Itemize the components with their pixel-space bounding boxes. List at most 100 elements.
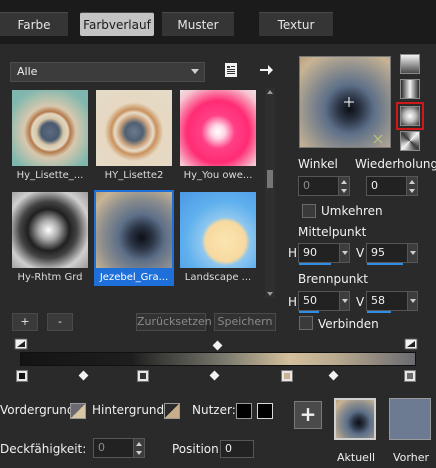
- previous-gradient-swatch[interactable]: [389, 398, 431, 440]
- opacity-stepper[interactable]: [133, 438, 145, 458]
- gradient-swatch: [12, 90, 88, 166]
- user-color-black-swatch[interactable]: [236, 403, 252, 419]
- current-label: Aktuell: [337, 451, 376, 464]
- gradient-label: Hy_Lisette_...: [16, 170, 84, 181]
- center-v-input[interactable]: 95: [366, 243, 418, 265]
- arrow-down-icon: [409, 188, 415, 193]
- gradient-swatch: [96, 90, 172, 166]
- gradient-item[interactable]: HY_Lisette2: [94, 88, 174, 184]
- repeat-spinbox[interactable]: 0: [366, 176, 418, 196]
- arrow-right-icon[interactable]: [256, 60, 276, 80]
- remove-gradient-button[interactable]: -: [47, 313, 73, 331]
- center-h-dropdown[interactable]: [339, 243, 350, 263]
- gradient-item[interactable]: Hy_Lisette_...: [10, 88, 90, 184]
- color-stop[interactable]: [137, 370, 149, 382]
- focal-h-dropdown[interactable]: [339, 291, 350, 311]
- previous-label: Vorher: [393, 451, 429, 464]
- background-label: Hintergrund:: [92, 403, 169, 417]
- color-stop[interactable]: [404, 370, 416, 382]
- reset-button[interactable]: Zurücksetzen: [136, 313, 212, 331]
- focal-v-input[interactable]: 58: [366, 291, 418, 313]
- category-select-value: Alle: [17, 65, 38, 78]
- center-v-label: V: [356, 246, 365, 260]
- gradient-label: Landscape ...: [184, 272, 252, 283]
- opacity-stop-left[interactable]: [14, 338, 28, 350]
- repeat-label: Wiederholung: [355, 157, 436, 171]
- link-checkbox[interactable]: [299, 316, 313, 330]
- opacity-label: Deckfähigkeit:: [0, 442, 87, 456]
- center-h-value: 90: [303, 246, 317, 259]
- gradient-swatch: [180, 90, 256, 166]
- gradient-swatch: [12, 192, 88, 268]
- center-v-dropdown[interactable]: [407, 243, 418, 263]
- color-stop-selected[interactable]: [281, 370, 293, 382]
- radial-gradient-button[interactable]: [400, 106, 420, 126]
- center-h-slider[interactable]: [299, 263, 331, 265]
- gradient-swatch: [180, 192, 256, 268]
- focal-v-value: 58: [371, 294, 385, 307]
- angle-stepper[interactable]: [338, 176, 350, 196]
- arrow-up-icon: [136, 441, 142, 446]
- color-stop[interactable]: [16, 370, 28, 382]
- tab-farbverlauf[interactable]: Farbverlauf: [80, 12, 154, 36]
- gradient-item-selected[interactable]: Jezebel_Gra...: [94, 190, 174, 286]
- gradient-item[interactable]: Landscape ...: [178, 190, 258, 286]
- gradient-label: HY_Lisette2: [104, 170, 164, 181]
- center-crosshair-icon: [344, 97, 383, 144]
- angle-spinbox[interactable]: 0: [298, 176, 350, 196]
- arrow-up-icon: [409, 179, 415, 184]
- focal-v-slider[interactable]: [367, 311, 391, 313]
- save-button[interactable]: Speichern: [214, 313, 276, 331]
- arrow-down-icon: [136, 450, 142, 455]
- scrollbar-thumb[interactable]: [267, 170, 273, 188]
- position-input[interactable]: 0: [220, 440, 254, 458]
- gradient-item[interactable]: Hy-Rhtm Grd: [10, 190, 90, 286]
- gradient-bar[interactable]: [20, 352, 416, 366]
- gradient-grid: Hy_Lisette_... HY_Lisette2 Hy_You owe...…: [10, 88, 262, 298]
- opacity-stop-right[interactable]: [404, 338, 418, 350]
- center-v-slider[interactable]: [367, 263, 403, 265]
- center-v-value: 95: [371, 246, 385, 259]
- user-color-swatch[interactable]: [257, 403, 273, 419]
- angular-gradient-button[interactable]: [400, 131, 420, 151]
- background-swatch[interactable]: [164, 403, 180, 419]
- gradient-swatch: [96, 192, 172, 268]
- invert-checkbox[interactable]: [302, 204, 316, 218]
- scroll-up-icon[interactable]: [267, 90, 273, 94]
- add-gradient-button[interactable]: +: [12, 313, 38, 331]
- tab-farbe[interactable]: Farbe: [0, 12, 68, 36]
- document-list-icon[interactable]: [221, 60, 241, 80]
- position-label: Position:: [172, 442, 223, 456]
- gradient-label: Hy-Rhtm Grd: [17, 272, 83, 283]
- add-swatch-button[interactable]: +: [294, 401, 322, 429]
- focal-h-slider[interactable]: [299, 311, 319, 313]
- current-gradient-swatch: [334, 398, 376, 440]
- tab-textur[interactable]: Textur: [259, 12, 333, 36]
- chevron-down-icon: [409, 251, 416, 255]
- focal-v-dropdown[interactable]: [407, 291, 418, 311]
- angle-value: 0: [303, 179, 310, 192]
- opacity-value: 0: [98, 441, 105, 454]
- focal-h-input[interactable]: 50: [298, 291, 350, 313]
- foreground-swatch[interactable]: [70, 403, 86, 419]
- chevron-down-icon: [341, 251, 348, 255]
- repeat-stepper[interactable]: [406, 176, 418, 196]
- reflected-gradient-button[interactable]: [400, 79, 420, 99]
- repeat-value: 0: [371, 179, 378, 192]
- invert-label: Umkehren: [321, 204, 383, 218]
- arrow-down-icon: [341, 188, 347, 193]
- scroll-down-icon[interactable]: [267, 292, 273, 296]
- center-h-input[interactable]: 90: [298, 243, 350, 265]
- foreground-label: Vordergrund:: [0, 403, 79, 417]
- center-h-label: H: [288, 246, 298, 260]
- category-select[interactable]: Alle: [10, 62, 205, 82]
- gradient-item[interactable]: Hy_You owe...: [178, 88, 258, 184]
- opacity-spinbox[interactable]: 0: [93, 438, 145, 458]
- tab-muster[interactable]: Muster: [162, 12, 234, 36]
- chevron-down-icon: [409, 299, 416, 303]
- center-label: Mittelpunkt: [298, 225, 367, 239]
- linear-gradient-button[interactable]: [400, 54, 420, 74]
- chevron-down-icon: [191, 69, 199, 74]
- gradient-scrollbar[interactable]: [265, 88, 275, 298]
- gradient-preview[interactable]: [299, 56, 391, 148]
